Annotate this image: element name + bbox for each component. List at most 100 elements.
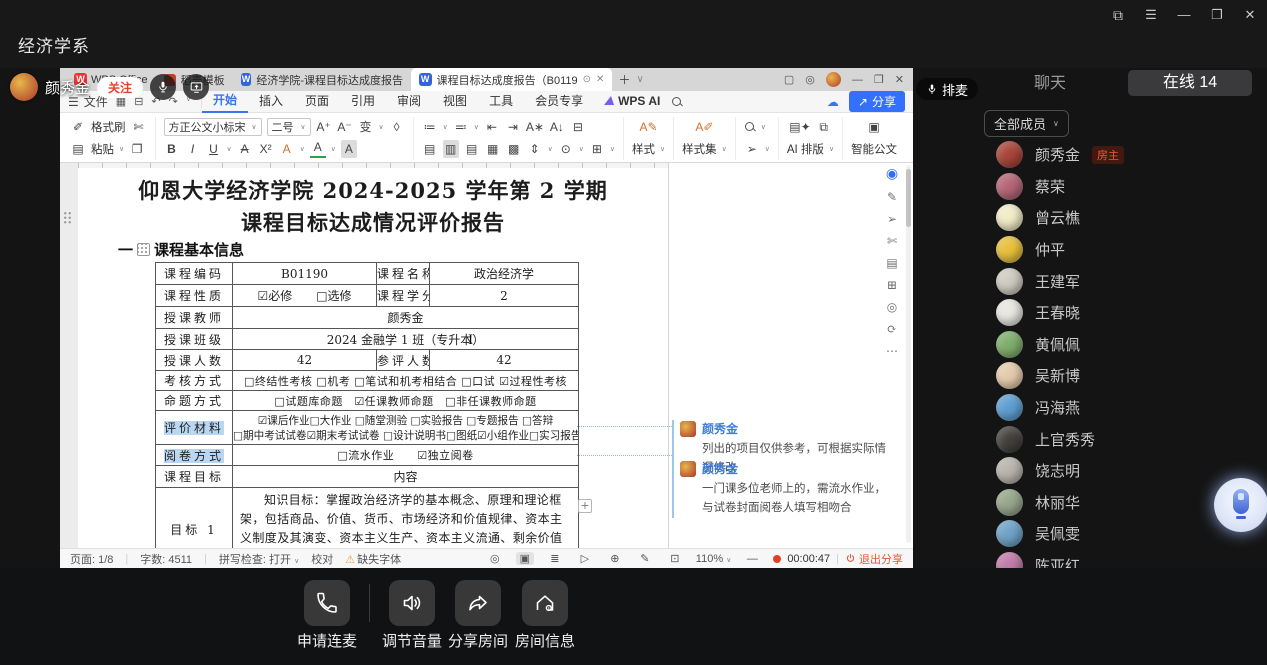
request-mic-button[interactable] xyxy=(304,580,350,626)
line-spacing-icon[interactable]: ⇕ xyxy=(527,140,543,158)
clear-format-icon[interactable]: ◊ xyxy=(389,118,405,136)
side-tool-icon[interactable]: ➢ xyxy=(887,213,897,225)
search-icon[interactable] xyxy=(671,96,683,108)
collapse-icon[interactable] xyxy=(137,243,150,256)
style-label[interactable]: 样式 xyxy=(632,141,655,157)
share-button[interactable]: ↗分享 xyxy=(849,91,905,112)
outline-view-icon[interactable]: ≣ xyxy=(546,552,564,565)
char-shading-icon[interactable]: A xyxy=(341,140,357,158)
shading-icon[interactable]: ⊙ xyxy=(558,140,574,158)
bullet-list-icon[interactable]: ≔ xyxy=(422,118,438,136)
increase-font-icon[interactable]: A⁺ xyxy=(316,118,332,136)
volume-button[interactable] xyxy=(389,580,435,626)
member-row[interactable]: 仲平 xyxy=(975,234,1267,266)
highlight-icon[interactable]: A xyxy=(279,140,295,158)
table-add-row-button[interactable]: + xyxy=(578,499,592,513)
borders-icon[interactable]: ⊞ xyxy=(589,140,605,158)
tab-close-icon[interactable]: ✕ xyxy=(596,74,604,85)
copy-icon[interactable]: ❐ xyxy=(129,140,145,158)
member-row[interactable]: 冯海燕 xyxy=(975,392,1267,424)
align-left-icon[interactable]: ▤ xyxy=(422,140,438,158)
play-view-icon[interactable]: ▷ xyxy=(576,552,594,565)
member-row[interactable]: 饶志明 xyxy=(975,455,1267,487)
menu-wps-ai[interactable]: WPS AI xyxy=(594,91,671,112)
align-right-icon[interactable]: ▤ xyxy=(464,140,480,158)
menu-view[interactable]: 视图 xyxy=(432,91,478,112)
locate-icon[interactable]: ◉ xyxy=(886,167,898,181)
format-painter-label[interactable]: 格式刷 xyxy=(91,119,126,135)
minimize-icon[interactable]: — xyxy=(1173,4,1195,26)
menu-insert[interactable]: 插入 xyxy=(248,91,294,112)
presenter-avatar[interactable] xyxy=(10,73,38,101)
tab-list-icon[interactable]: ∨ xyxy=(636,74,643,85)
vertical-scrollbar[interactable] xyxy=(906,165,911,543)
comment-card[interactable]: 颜秀金 一门课多位老师上的，需流水作业，与试卷封面阅卷人填写相吻合 xyxy=(672,460,890,518)
underline-icon[interactable]: U xyxy=(206,140,222,158)
exit-share-button[interactable]: 退出分享 xyxy=(845,551,903,567)
smart-doc-label[interactable]: 智能公文 xyxy=(851,141,897,157)
account-avatar[interactable] xyxy=(826,72,841,87)
course-info-table[interactable]: 课程编码 B01190 课程名称 政治经济学 课程性质 ☑必修 □选修 课程学分… xyxy=(155,262,579,548)
menu-review[interactable]: 审阅 xyxy=(386,91,432,112)
mic-status-button[interactable] xyxy=(150,74,176,100)
wps-restore-icon[interactable]: ❐ xyxy=(874,73,884,86)
cut-icon[interactable]: ✄ xyxy=(131,118,147,136)
print-layout-icon[interactable]: ▣ xyxy=(516,552,534,565)
bold-icon[interactable]: B xyxy=(164,140,180,158)
tab-chat[interactable]: 聊天 xyxy=(985,71,1115,97)
select-cursor-icon[interactable]: ➢ xyxy=(744,140,760,158)
workspace-icon[interactable]: ▢ xyxy=(784,73,794,86)
member-row[interactable]: 黄佩佩 xyxy=(975,329,1267,361)
menu-icon[interactable]: ☰ xyxy=(1140,4,1162,26)
decrease-font-icon[interactable]: A⁻ xyxy=(337,118,353,136)
member-row[interactable]: 王建军 xyxy=(975,265,1267,297)
paste-icon[interactable]: ▤ xyxy=(70,140,86,158)
queue-mic-button[interactable]: 排麦 xyxy=(916,78,978,100)
globe-icon[interactable]: ◎ xyxy=(805,73,815,86)
drag-handle-icon[interactable] xyxy=(63,211,72,224)
font-color-icon[interactable]: A xyxy=(310,140,326,158)
font-name-select[interactable]: 方正公文小标宋∨ xyxy=(164,118,262,136)
distribute-icon[interactable]: ▩ xyxy=(506,140,522,158)
wps-minimize-icon[interactable]: — xyxy=(852,74,863,86)
sort-icon[interactable]: A↓ xyxy=(549,118,565,136)
style-set-label[interactable]: 样式集 xyxy=(682,141,717,157)
member-row[interactable]: 上官秀秀 xyxy=(975,423,1267,455)
superscript-icon[interactable]: X² xyxy=(258,140,274,158)
side-tool-icon[interactable]: ◎ xyxy=(887,301,897,313)
align-center-icon[interactable]: ▥ xyxy=(443,140,459,158)
new-tab-icon[interactable]: ＋ xyxy=(612,71,636,88)
char-scale-icon[interactable]: A∗ xyxy=(526,118,544,136)
restore-icon[interactable]: ❐ xyxy=(1206,4,1228,26)
side-tool-icon[interactable]: ✎ xyxy=(887,191,897,203)
floating-mic-button[interactable] xyxy=(1214,478,1267,532)
tab-online[interactable]: 在线 14 xyxy=(1128,70,1252,96)
indent-icon[interactable]: ⇥ xyxy=(505,118,521,136)
wps-close-icon[interactable]: ✕ xyxy=(895,73,904,86)
cloud-sync-icon[interactable]: ☁ xyxy=(827,95,839,109)
word-count[interactable]: 字数: 4511 xyxy=(140,551,192,567)
number-list-icon[interactable]: ≕ xyxy=(453,118,469,136)
menu-tools[interactable]: 工具 xyxy=(478,91,524,112)
share-room-button[interactable] xyxy=(455,580,501,626)
member-row[interactable]: 蔡荣 xyxy=(975,171,1267,203)
side-tool-icon[interactable]: ⋯ xyxy=(886,345,898,357)
side-tool-icon[interactable]: ✄ xyxy=(887,235,897,247)
strikethrough-icon[interactable]: A xyxy=(237,140,253,158)
side-tool-icon[interactable]: ⊞ xyxy=(887,279,897,291)
eye-protect-icon[interactable]: ◎ xyxy=(486,552,504,565)
justify-icon[interactable]: ▦ xyxy=(485,140,501,158)
member-filter-dropdown[interactable]: 全部成员 ∨ xyxy=(984,110,1069,137)
document-canvas[interactable]: 仰恩大学经济学院 2024-2025 学年第 2 学期 课程目标达成情况评价报告… xyxy=(60,163,913,548)
spell-check[interactable]: 拼写检查: 打开 ∨ xyxy=(219,551,299,567)
screen-share-button[interactable] xyxy=(183,74,209,100)
menu-page[interactable]: 页面 xyxy=(294,91,340,112)
ai-layout-label[interactable]: AI 排版 xyxy=(787,141,824,157)
paste-label[interactable]: 粘贴 xyxy=(91,141,114,157)
member-row[interactable]: 颜秀金 房主 xyxy=(975,139,1267,171)
tab-document-active[interactable]: W 课程目标达成度报告（B0119 ⊙ ✕ xyxy=(411,68,613,91)
zoom-level[interactable]: 110% ∨ xyxy=(696,553,732,565)
menu-member[interactable]: 会员专享 xyxy=(524,91,594,112)
edit-mode-icon[interactable]: ✎ xyxy=(636,552,654,565)
italic-icon[interactable]: I xyxy=(185,140,201,158)
